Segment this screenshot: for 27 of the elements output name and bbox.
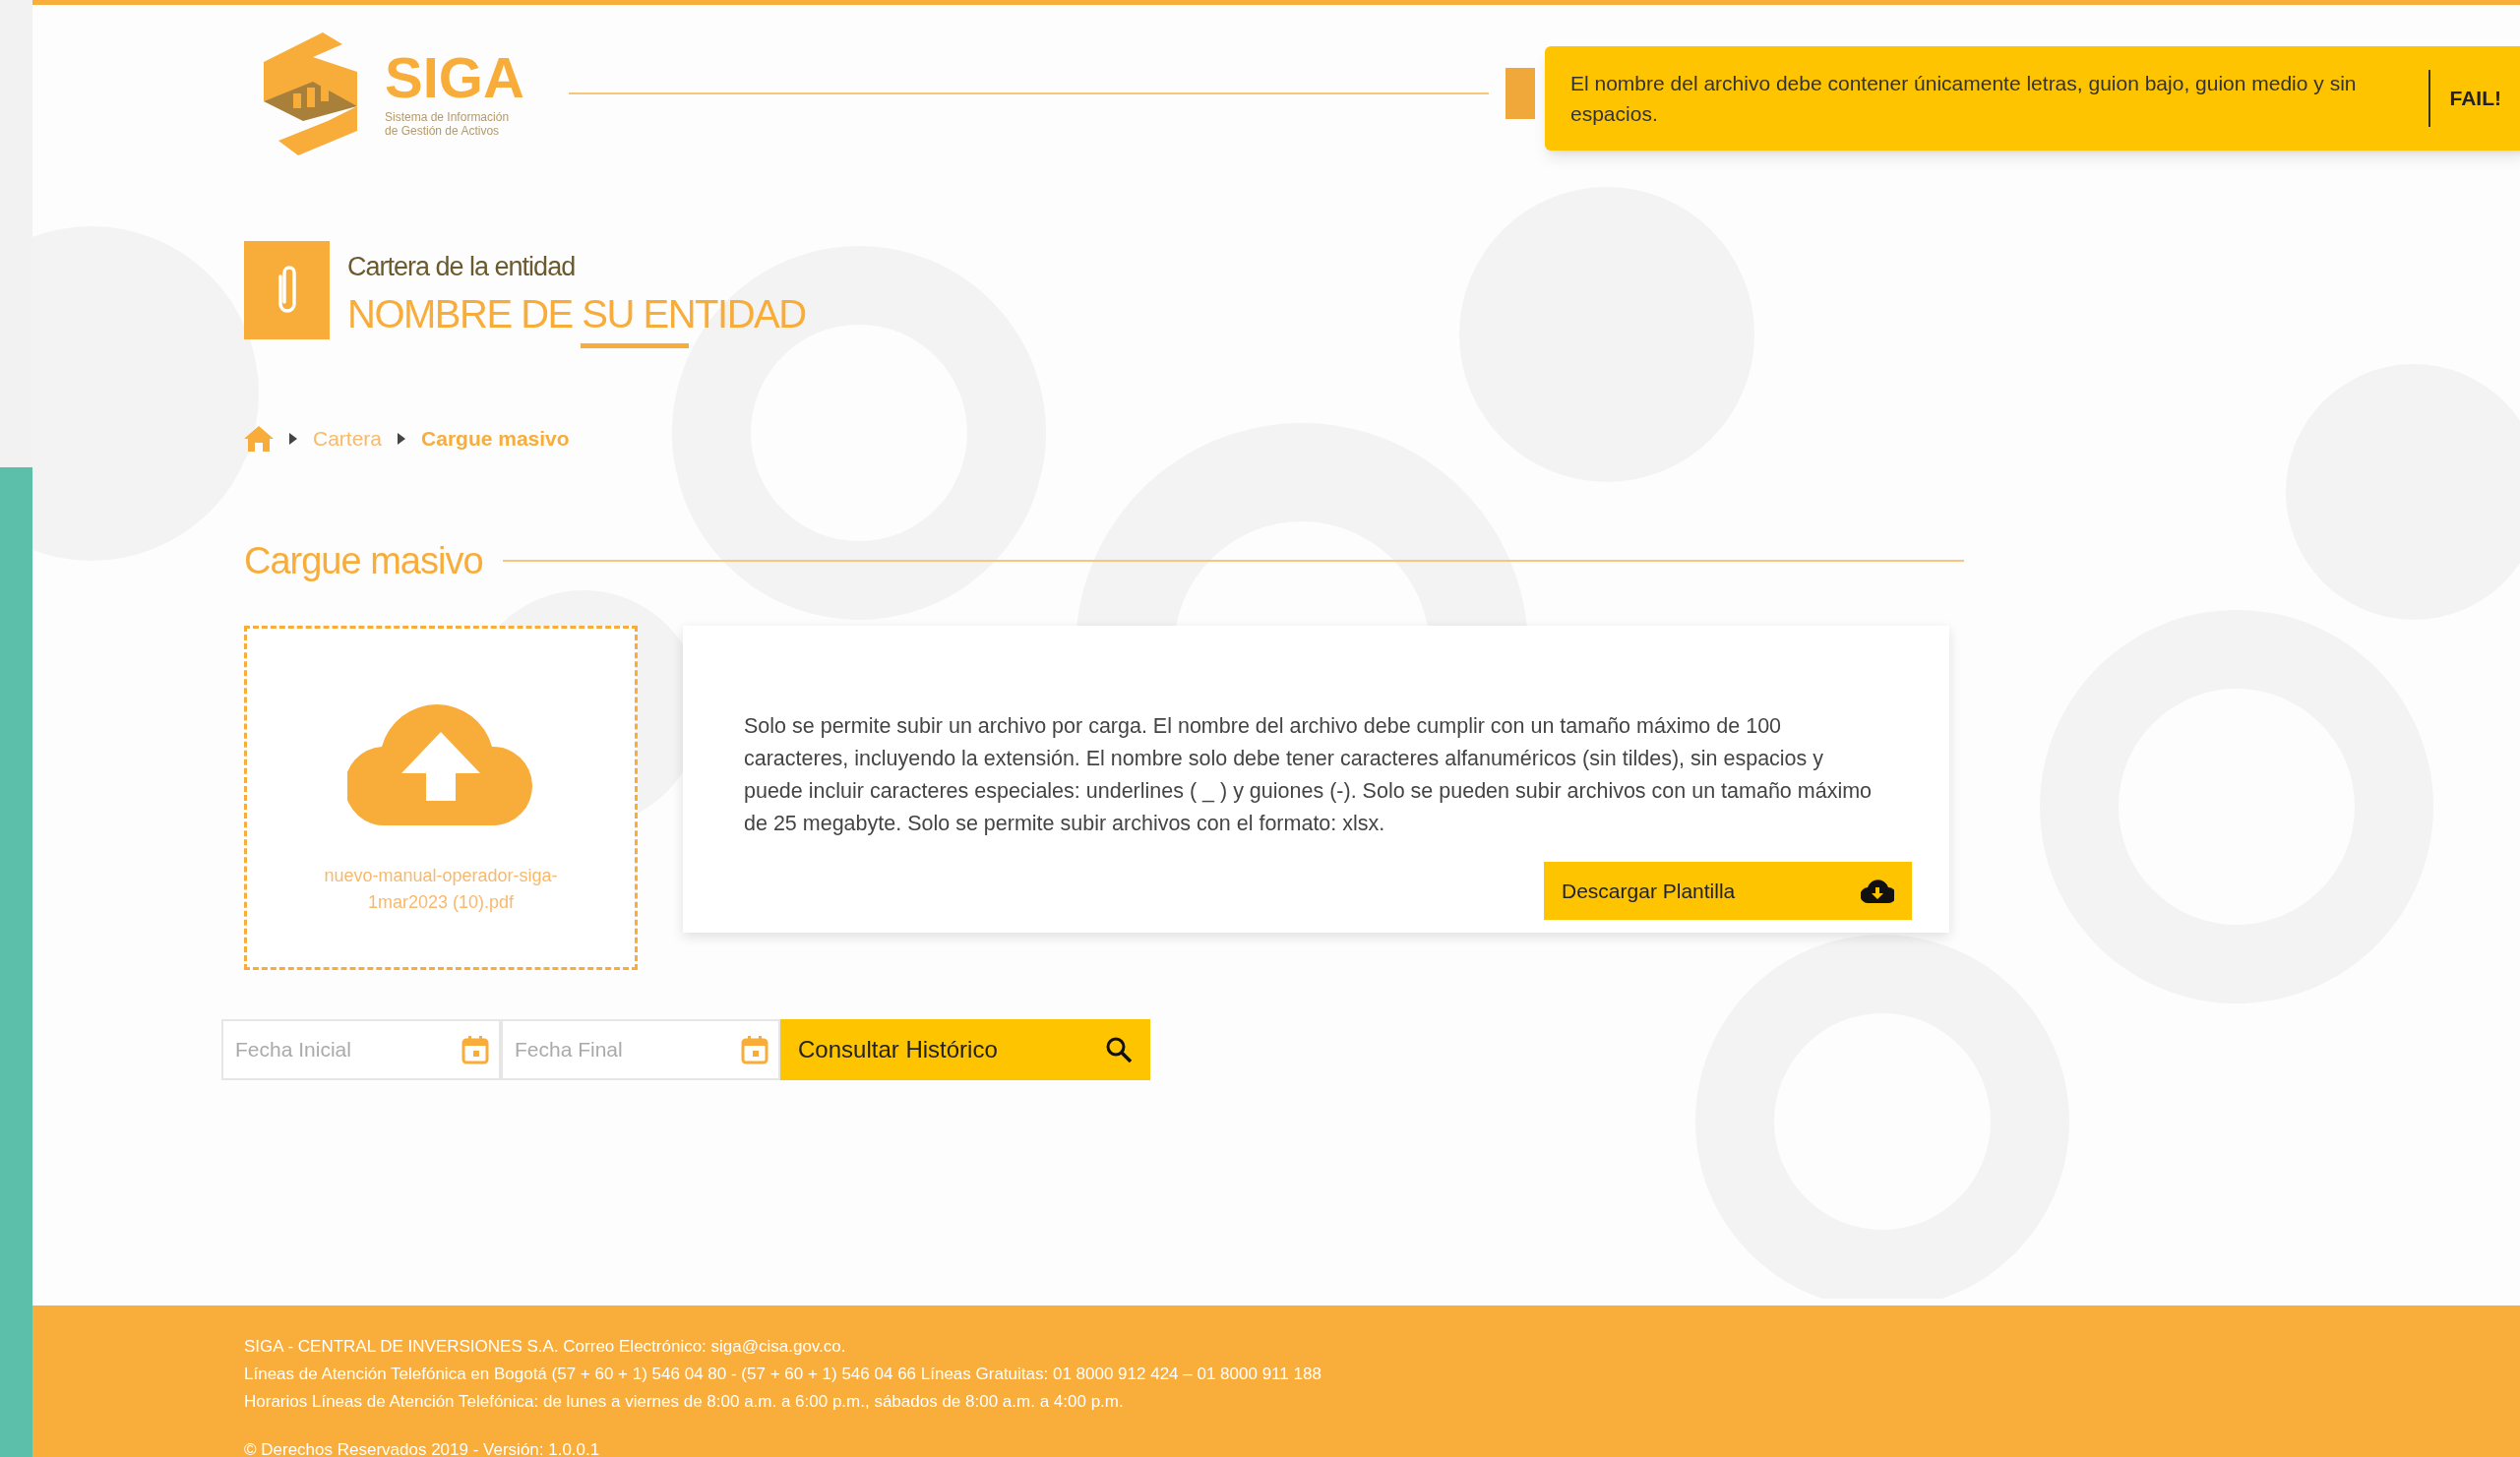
home-icon[interactable] [244, 426, 274, 452]
calendar-icon [741, 1035, 768, 1064]
logo-title: SIGA [385, 49, 524, 106]
footer-text: SIGA - CENTRAL DE INVERSIONES S.A. Correo Electrónico: siga@cisa.gov.co. [244, 1336, 847, 1358]
cloud-download-icon [1861, 879, 1894, 903]
caret-icon [398, 433, 406, 445]
section-title: Cargue masivo [244, 539, 483, 583]
footer-text: Líneas de Atención Telefónica en Bogotá (57 + 60 + 1) 546 04 80 - (57 + 60 + 1) 546 04 66 Líneas Gratuitas: 01 8000 912 424 – 01 8000 911 188 [244, 1364, 1322, 1385]
fail-button[interactable]: FAIL! [2449, 83, 2501, 114]
paperclip-icon [244, 241, 330, 339]
consult-history-button[interactable]: Consultar Histórico [780, 1019, 1150, 1080]
date-field[interactable]: Fecha Final [501, 1019, 780, 1080]
page-overline: Cartera de la entidad [347, 251, 577, 283]
file-name: nuevo-manual-operador-siga-1mar2023 (10).pdf [323, 865, 559, 914]
copyright-text: © Derechos Reservados 2019 - Versión: 1.0.0.1 [244, 1439, 601, 1457]
cloud-upload-icon [347, 702, 534, 825]
toast-message: El nombre del archivo debe contener únicamente letras, guion bajo, guion medio y sin espacios. [1570, 71, 2358, 127]
page-title: NOMBRE DE SU ENTIDAD [347, 291, 806, 337]
logo-subtitle: Sistema de Información de Gestión de Activos [385, 110, 511, 138]
date-field[interactable]: Fecha Inicial [221, 1019, 501, 1080]
header-button[interactable] [1505, 68, 1535, 119]
footer-text: Horarios Líneas de Atención Telefónica: de lunes a viernes de 8:00 a.m. a 6:00 p.m., sábados de 8:00 a.m. a 4:00 p.m. [244, 1391, 1125, 1413]
search-icon [1105, 1036, 1133, 1063]
info-text: Solo se permite subir un archivo por carga. El nombre del archivo debe cumplir con un tamaño máximo de 100 caracteres, incluyendo la extensión. El nombre solo debe tener caracteres alfanuméricos (sin tildes), sin espacios y puede incluir caracteres especiales: underlines ( _ ) y guiones (-). Solo se pueden subir archivos con un tamaño máximo de 25 megabyte. Solo se permite subir archivos con el formato: xlsx. [744, 713, 1874, 837]
download-template-button[interactable]: Descargar Plantilla [1544, 862, 1912, 920]
caret-icon [289, 433, 297, 445]
calendar-icon [461, 1035, 489, 1064]
